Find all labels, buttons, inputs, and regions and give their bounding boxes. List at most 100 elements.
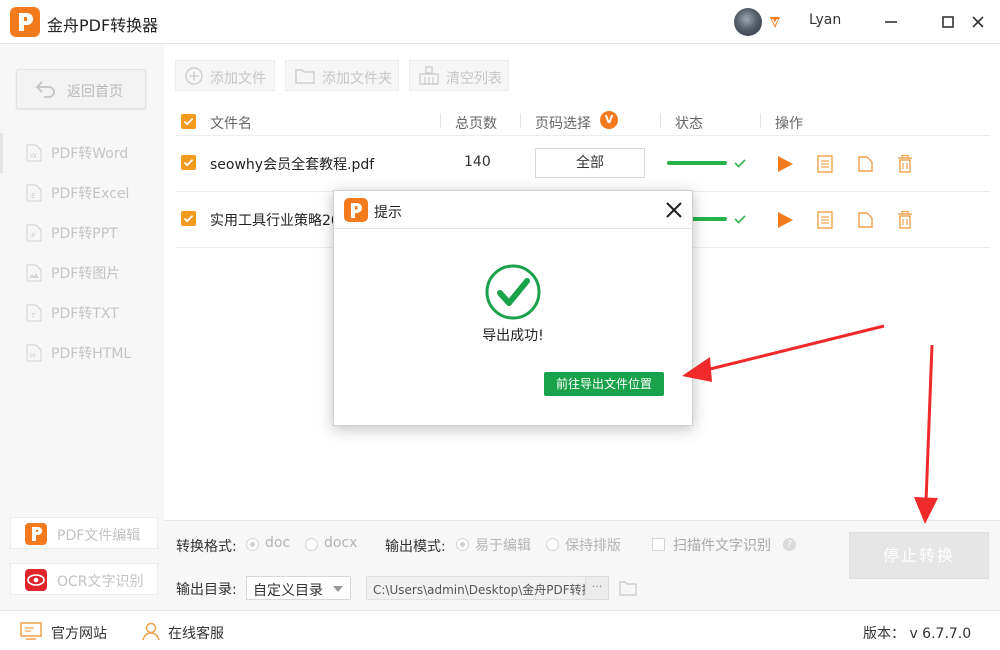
open-folder-icon[interactable] xyxy=(856,154,876,178)
pdf-edit-button[interactable]: PDF文件编辑 xyxy=(10,517,158,549)
dialog-header: 提示 xyxy=(334,191,692,229)
sidebar-item-label: PDF转Excel xyxy=(51,186,130,202)
column-pages: 总页数 xyxy=(455,116,497,132)
user-name[interactable]: Lyan xyxy=(809,12,841,28)
output-path-field[interactable]: C:\Users\admin\Desktop\金舟PDF转换 xyxy=(366,576,609,600)
mode-editable-radio[interactable] xyxy=(456,538,469,551)
add-folder-button[interactable]: 添加文件夹 xyxy=(285,60,399,91)
close-icon[interactable] xyxy=(664,200,684,224)
sidebar-item-pdf-to-ppt[interactable]: P PDF转PPT xyxy=(0,213,164,253)
row-checkbox[interactable] xyxy=(181,155,196,170)
home-button-label: 返回首页 xyxy=(67,84,123,100)
sidebar-item-pdf-to-image[interactable]: PDF转图片 xyxy=(0,253,164,293)
clear-list-button[interactable]: 清空列表 xyxy=(409,60,509,91)
output-dir-value: 自定义目录 xyxy=(253,583,323,599)
check-icon xyxy=(733,212,747,230)
file-table-header: 文件名 总页数 页码选择 V 状态 操作 xyxy=(176,106,990,136)
svg-text:P: P xyxy=(31,232,35,240)
clear-list-label: 清空列表 xyxy=(446,71,502,87)
avatar[interactable] xyxy=(734,8,762,36)
play-icon[interactable] xyxy=(775,210,795,234)
sidebar-item-pdf-to-excel[interactable]: E PDF转Excel xyxy=(0,173,164,213)
sidebar-item-label: PDF转PPT xyxy=(51,226,118,242)
file-name: 实用工具行业策略20 xyxy=(210,213,340,229)
play-icon[interactable] xyxy=(775,154,795,178)
open-export-location-button[interactable]: 前往导出文件位置 xyxy=(544,372,664,396)
column-actions: 操作 xyxy=(775,116,803,132)
select-all-checkbox[interactable] xyxy=(181,114,196,129)
sidebar-item-pdf-to-html[interactable]: H PDF转HTML xyxy=(0,333,164,373)
document-icon[interactable] xyxy=(816,210,834,234)
mode-layout-label: 保持排版 xyxy=(565,538,621,554)
vip-badge-icon xyxy=(768,15,782,33)
stop-conversion-button[interactable]: 停止转换 xyxy=(849,532,989,579)
html-file-icon: H xyxy=(26,344,42,366)
sidebar-item-pdf-to-word[interactable]: W PDF转Word xyxy=(0,133,164,173)
browse-path-button[interactable]: ··· xyxy=(585,576,609,600)
support-link[interactable]: 在线客服 xyxy=(168,623,224,643)
column-status: 状态 xyxy=(675,116,703,132)
sidebar-item-label: PDF转HTML xyxy=(51,346,132,362)
image-file-icon xyxy=(26,264,42,286)
column-page-select: 页码选择 xyxy=(535,116,591,132)
mode-editable-label: 易于编辑 xyxy=(475,538,531,554)
format-doc-radio[interactable] xyxy=(246,538,259,551)
scan-ocr-checkbox[interactable] xyxy=(652,538,665,551)
column-divider xyxy=(760,113,761,128)
excel-file-icon: E xyxy=(26,184,42,206)
add-folder-label: 添加文件夹 xyxy=(322,71,392,87)
home-button[interactable]: 返回首页 xyxy=(16,69,146,109)
plus-circle-icon xyxy=(184,66,204,90)
help-icon[interactable]: ? xyxy=(783,538,796,551)
word-file-icon: W xyxy=(26,144,42,166)
column-divider xyxy=(440,113,441,128)
sidebar-item-pdf-to-txt[interactable]: T PDF转TXT xyxy=(0,293,164,333)
minimize-icon[interactable] xyxy=(881,12,901,32)
txt-file-icon: T xyxy=(26,304,42,326)
column-filename: 文件名 xyxy=(210,116,252,132)
website-link[interactable]: 官方网站 xyxy=(51,623,107,643)
ocr-label: OCR文字识别 xyxy=(57,574,144,590)
folder-icon[interactable] xyxy=(619,580,637,600)
document-icon[interactable] xyxy=(816,154,834,178)
page-select-v-badge[interactable]: V xyxy=(600,111,618,129)
scan-ocr-label: 扫描件文字识别 xyxy=(673,538,771,554)
table-row: seowhy会员全套教程.pdf 140 全部 xyxy=(176,136,990,192)
format-docx-label: docx xyxy=(324,535,358,551)
back-arrow-icon xyxy=(35,80,57,102)
trash-icon[interactable] xyxy=(895,210,915,234)
monitor-icon[interactable] xyxy=(19,621,43,645)
add-file-label: 添加文件 xyxy=(210,71,266,87)
page-select-field[interactable]: 全部 xyxy=(535,148,645,178)
support-person-icon[interactable] xyxy=(141,621,161,645)
dialog-title: 提示 xyxy=(374,205,402,221)
success-dialog: 提示 导出成功! 前往导出文件位置 xyxy=(333,190,693,426)
success-check-icon xyxy=(485,264,541,324)
ppt-file-icon: P xyxy=(26,224,42,246)
trash-icon[interactable] xyxy=(895,154,915,178)
column-divider xyxy=(520,113,521,128)
sidebar-item-label: PDF转Word xyxy=(51,146,129,162)
output-dir-select[interactable]: 自定义目录 xyxy=(246,576,351,600)
active-indicator xyxy=(0,133,3,173)
open-folder-icon[interactable] xyxy=(856,210,876,234)
column-divider xyxy=(660,113,661,128)
ocr-button[interactable]: OCR文字识别 xyxy=(10,563,158,595)
add-file-button[interactable]: 添加文件 xyxy=(175,60,275,91)
broom-icon xyxy=(418,66,440,90)
mode-layout-radio[interactable] xyxy=(546,538,559,551)
title-bar: 金舟PDF转换器 Lyan xyxy=(0,0,1000,44)
output-dir-label: 输出目录: xyxy=(176,582,237,598)
maximize-icon[interactable] xyxy=(938,12,958,32)
chevron-down-icon xyxy=(333,586,343,592)
footer: 官方网站 在线客服 版本： v 6.7.7.0 xyxy=(0,610,1000,650)
close-icon[interactable] xyxy=(968,12,988,32)
settings-panel: 转换格式: doc docx 输出模式: 易于编辑 保持排版 扫描件文字识别 ?… xyxy=(164,520,1000,610)
svg-text:T: T xyxy=(30,312,36,320)
format-docx-radio[interactable] xyxy=(305,538,318,551)
format-doc-label: doc xyxy=(265,535,291,551)
mode-label: 输出模式: xyxy=(385,539,446,555)
sidebar-item-label: PDF转TXT xyxy=(51,306,119,322)
row-checkbox[interactable] xyxy=(181,211,196,226)
page-count: 140 xyxy=(464,154,491,170)
